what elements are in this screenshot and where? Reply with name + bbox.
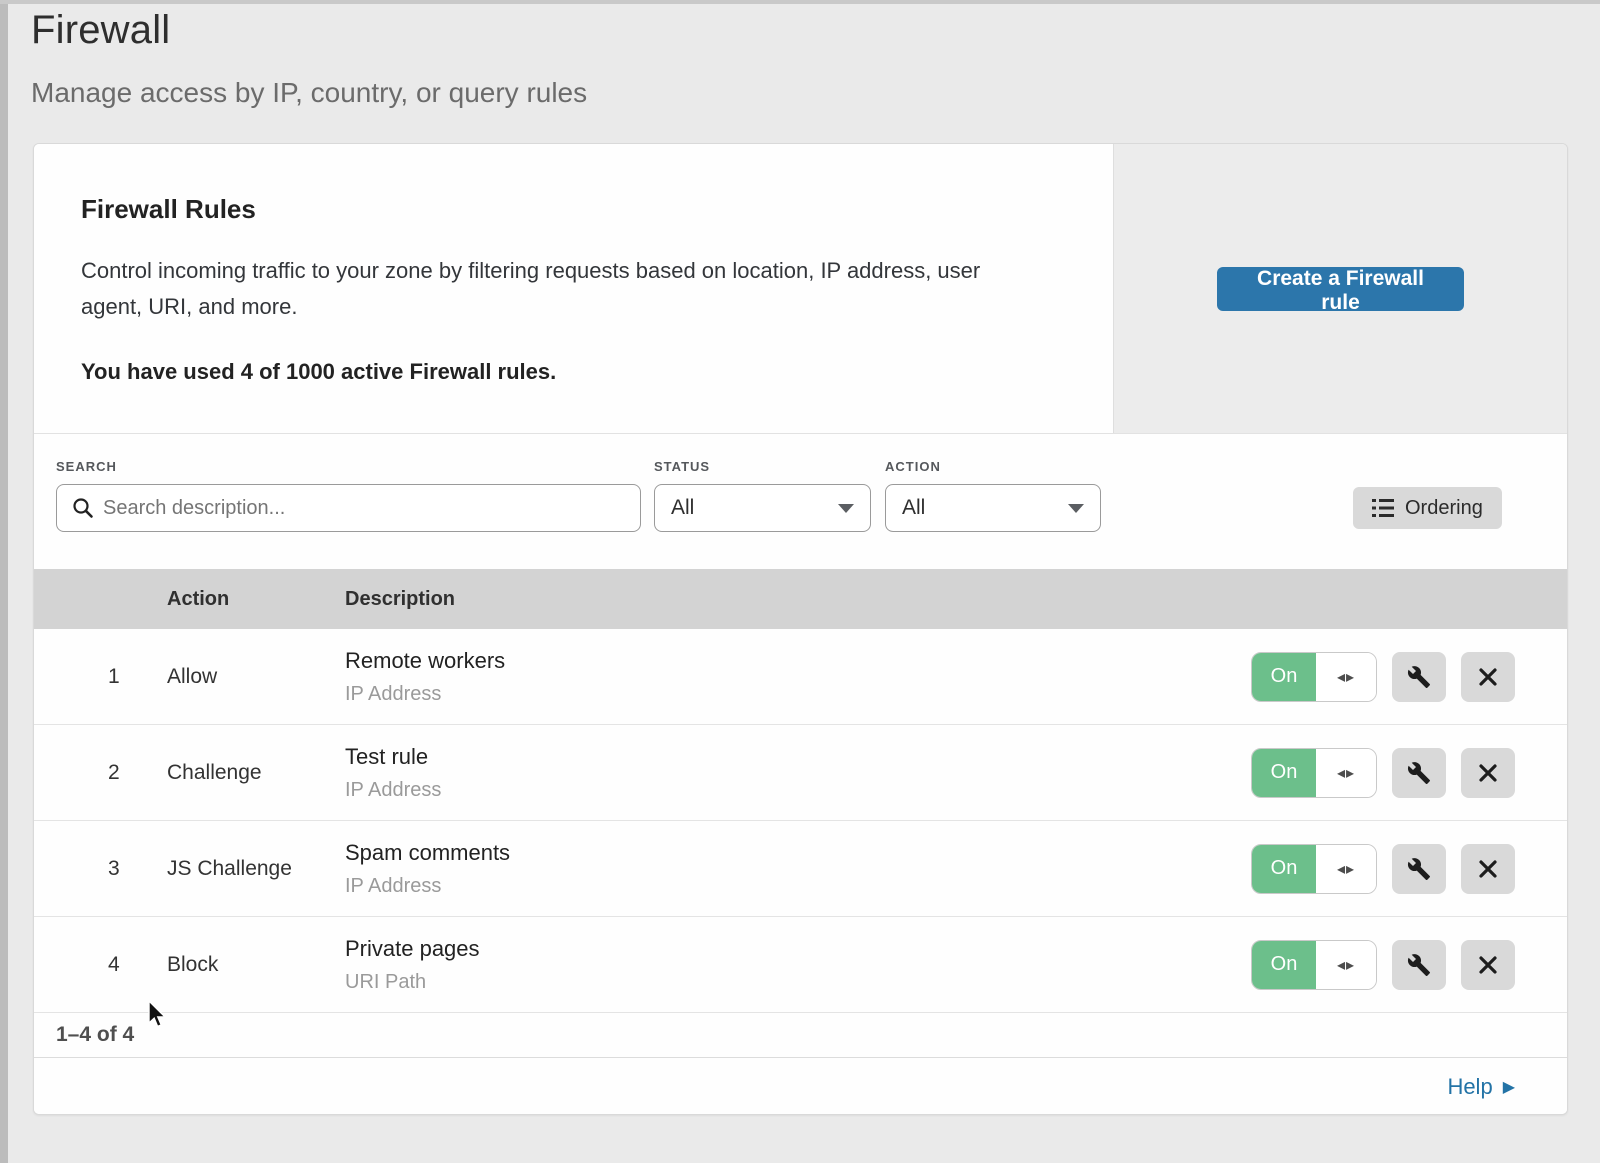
delete-rule-button[interactable] xyxy=(1461,940,1515,990)
rule-action: JS Challenge xyxy=(167,857,345,881)
action-selected-value: All xyxy=(902,496,925,520)
search-label: SEARCH xyxy=(56,459,117,474)
rule-controls: On ◂▸ xyxy=(1251,844,1515,894)
rule-toggle[interactable]: On ◂▸ xyxy=(1251,748,1377,798)
toggle-arrows-icon: ◂▸ xyxy=(1316,653,1376,701)
wrench-icon xyxy=(1407,953,1431,977)
toggle-arrows-icon: ◂▸ xyxy=(1316,941,1376,989)
action-label: ACTION xyxy=(885,459,941,474)
rule-action: Allow xyxy=(167,665,345,689)
status-selected-value: All xyxy=(671,496,694,520)
status-select[interactable]: All xyxy=(654,484,871,532)
close-icon xyxy=(1478,955,1498,975)
rule-match-type: URI Path xyxy=(345,971,1251,994)
search-icon xyxy=(72,497,94,519)
rule-controls: On ◂▸ xyxy=(1251,652,1515,702)
wrench-icon xyxy=(1407,761,1431,785)
edit-rule-button[interactable] xyxy=(1392,844,1446,894)
edit-rule-button[interactable] xyxy=(1392,940,1446,990)
table-row: 3 JS Challenge Spam comments IP Address … xyxy=(34,821,1567,917)
toggle-on-label: On xyxy=(1252,653,1316,701)
intro-section: Firewall Rules Control incoming traffic … xyxy=(34,144,1567,434)
section-description: Control incoming traffic to your zone by… xyxy=(81,253,1033,325)
intro-text-block: Firewall Rules Control incoming traffic … xyxy=(34,144,1113,433)
rule-description: Private pages xyxy=(345,936,1251,962)
intro-action-panel: Create a Firewall rule xyxy=(1113,144,1567,433)
ordered-list-icon xyxy=(1372,498,1394,518)
usage-note: You have used 4 of 1000 active Firewall … xyxy=(81,359,1065,385)
help-bar: Help ▶ xyxy=(34,1057,1567,1115)
rule-action: Challenge xyxy=(167,761,345,785)
close-icon xyxy=(1478,763,1498,783)
chevron-right-icon: ▶ xyxy=(1503,1077,1515,1097)
chevron-down-icon xyxy=(1068,504,1084,513)
page-header: Firewall Manage access by IP, country, o… xyxy=(31,8,587,109)
table-row: 2 Challenge Test rule IP Address On ◂▸ xyxy=(34,725,1567,821)
rule-action: Block xyxy=(167,953,345,977)
window-edge-left xyxy=(0,0,8,1163)
toggle-arrows-icon: ◂▸ xyxy=(1316,749,1376,797)
close-icon xyxy=(1478,859,1498,879)
column-header-description: Description xyxy=(345,588,1515,611)
column-header-action: Action xyxy=(167,588,345,611)
wrench-icon xyxy=(1407,857,1431,881)
page-subtitle: Manage access by IP, country, or query r… xyxy=(31,77,587,109)
table-header: Action Description xyxy=(34,569,1567,629)
toggle-on-label: On xyxy=(1252,845,1316,893)
rule-controls: On ◂▸ xyxy=(1251,940,1515,990)
action-select[interactable]: All xyxy=(885,484,1101,532)
rule-toggle[interactable]: On ◂▸ xyxy=(1251,652,1377,702)
rule-number: 1 xyxy=(108,665,167,689)
toggle-on-label: On xyxy=(1252,749,1316,797)
status-label: STATUS xyxy=(654,459,710,474)
delete-rule-button[interactable] xyxy=(1461,652,1515,702)
rule-toggle[interactable]: On ◂▸ xyxy=(1251,940,1377,990)
create-firewall-rule-button[interactable]: Create a Firewall rule xyxy=(1217,267,1464,311)
wrench-icon xyxy=(1407,665,1431,689)
ordering-button[interactable]: Ordering xyxy=(1353,487,1502,529)
pagination-label: 1–4 of 4 xyxy=(34,1013,1567,1057)
page-title: Firewall xyxy=(31,8,587,53)
rule-match-type: IP Address xyxy=(345,683,1251,706)
toggle-on-label: On xyxy=(1252,941,1316,989)
delete-rule-button[interactable] xyxy=(1461,748,1515,798)
rule-number: 4 xyxy=(108,953,167,977)
chevron-down-icon xyxy=(838,504,854,513)
help-link-label: Help xyxy=(1447,1074,1492,1100)
close-icon xyxy=(1478,667,1498,687)
search-field-wrap xyxy=(56,484,641,532)
search-input[interactable] xyxy=(56,484,641,532)
help-link[interactable]: Help ▶ xyxy=(1447,1074,1515,1100)
table-row: 4 Block Private pages URI Path On ◂▸ xyxy=(34,917,1567,1013)
rule-description: Spam comments xyxy=(345,840,1251,866)
filter-bar: SEARCH STATUS ACTION All All Ordering xyxy=(34,434,1567,569)
rule-description: Remote workers xyxy=(345,648,1251,674)
rule-number: 2 xyxy=(108,761,167,785)
ordering-button-label: Ordering xyxy=(1405,497,1483,520)
edit-rule-button[interactable] xyxy=(1392,652,1446,702)
table-row: 1 Allow Remote workers IP Address On ◂▸ xyxy=(34,629,1567,725)
delete-rule-button[interactable] xyxy=(1461,844,1515,894)
rule-controls: On ◂▸ xyxy=(1251,748,1515,798)
rule-match-type: IP Address xyxy=(345,779,1251,802)
rule-toggle[interactable]: On ◂▸ xyxy=(1251,844,1377,894)
rule-description: Test rule xyxy=(345,744,1251,770)
toggle-arrows-icon: ◂▸ xyxy=(1316,845,1376,893)
edit-rule-button[interactable] xyxy=(1392,748,1446,798)
section-heading: Firewall Rules xyxy=(81,194,1065,225)
firewall-rules-card: Firewall Rules Control incoming traffic … xyxy=(33,143,1568,1115)
mouse-cursor xyxy=(148,1000,170,1030)
window-edge-top xyxy=(0,0,1600,4)
rule-match-type: IP Address xyxy=(345,875,1251,898)
rule-number: 3 xyxy=(108,857,167,881)
